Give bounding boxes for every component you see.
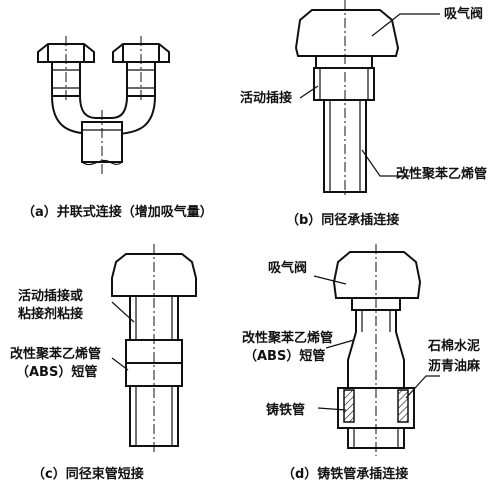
panel-a-caption: （a）并联式连接（增加吸气量）: [22, 204, 213, 220]
panel-d-caption: （d）铸铁管承插连接: [282, 466, 408, 482]
panel-c-joint-label-2: 粘接剂粘接: [17, 306, 83, 322]
panel-b-pipe-label: 改性聚苯乙烯管: [396, 166, 487, 182]
panel-b-caption: （b）同径承插连接: [286, 212, 399, 228]
panel-d-pipe-label-2: （ABS）短管: [244, 348, 325, 364]
panel-a-drawing: [37, 36, 170, 175]
connection-diagrams: （a）并联式连接（增加吸气量） 吸气阀 活动插接 改性聚苯乙烯管 （b）同径承插…: [10, 0, 487, 482]
panel-d-seal-label-2: 沥青油麻: [428, 358, 481, 374]
panel-c-pipe-label-2: （ABS）短管: [16, 364, 97, 380]
panel-c-caption: （c）同径束管短接: [32, 466, 144, 482]
panel-c-pipe-label-1: 改性聚苯乙烯管: [10, 346, 101, 362]
panel-b-joint-label: 活动插接: [240, 90, 292, 106]
panel-d-seal-label-1: 石棉水泥: [427, 338, 480, 354]
panel-d-drawing: [313, 244, 440, 456]
panel-d-valve-label: 吸气阀: [268, 260, 307, 276]
panel-b-valve-label: 吸气阀: [444, 6, 483, 22]
panel-d-pipe-label-1: 改性聚苯乙烯管: [242, 330, 333, 346]
panel-d-iron-label: 铸铁管: [266, 402, 305, 418]
panel-c-joint-label-1: 活动插接或: [18, 288, 83, 304]
panel-c-drawing: [111, 244, 197, 452]
